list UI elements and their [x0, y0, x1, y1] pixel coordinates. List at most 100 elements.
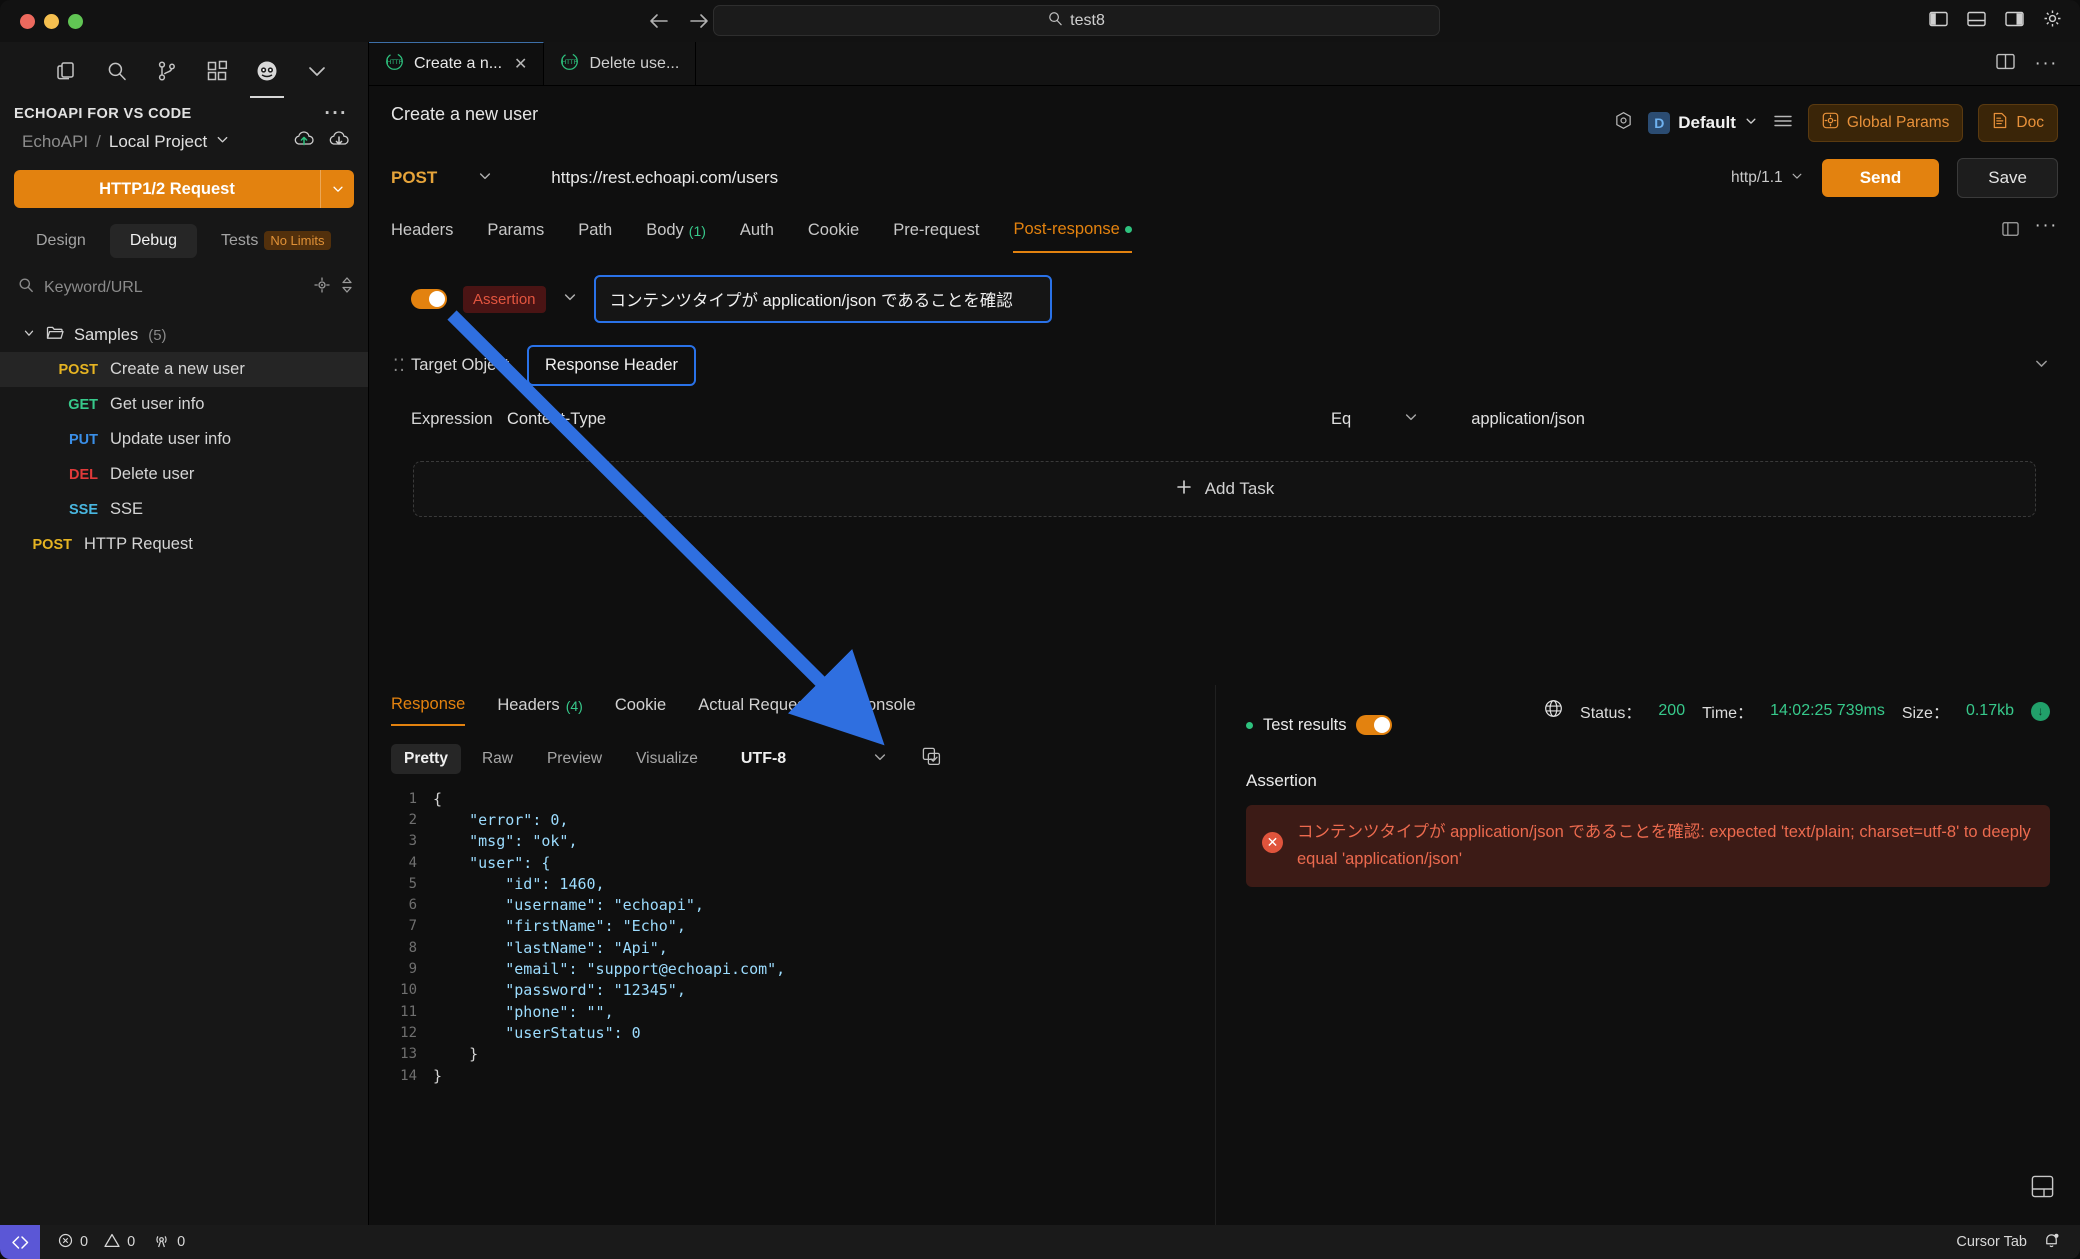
drag-handle-icon[interactable]: ⁚⁚	[391, 357, 411, 374]
bell-dot-icon[interactable]	[2043, 1232, 2060, 1253]
status-errors[interactable]: 0 0	[40, 1233, 135, 1252]
tab-path[interactable]: Path	[578, 221, 612, 252]
tree-item-update-user-info[interactable]: PUT Update user info	[0, 422, 368, 457]
chevron-down-icon[interactable]	[22, 326, 36, 345]
layout-grid-icon[interactable]	[2031, 1175, 2054, 1203]
locate-icon[interactable]	[314, 277, 330, 298]
tab-body[interactable]: Body (1)	[646, 221, 706, 252]
list-icon[interactable]	[1773, 113, 1793, 134]
method-selector[interactable]: POST	[391, 168, 437, 188]
download-icon[interactable]: ↓	[2031, 701, 2050, 721]
close-icon[interactable]: ✕	[514, 54, 527, 74]
response-body-code[interactable]: 1{ 2 "error": 0, 3 "msg": "ok", 4 "user"…	[391, 774, 1215, 1086]
mode-tests[interactable]: Tests No Limits	[201, 224, 351, 258]
tree-item-create-a-new-user[interactable]: POST Create a new user	[0, 352, 368, 387]
method-chevron-icon[interactable]	[477, 168, 493, 189]
cursor-tab-label[interactable]: Cursor Tab	[1956, 1234, 2027, 1250]
source-control-icon[interactable]	[152, 56, 182, 86]
format-visualize[interactable]: Visualize	[623, 744, 711, 774]
navigation-arrows[interactable]	[648, 0, 710, 42]
cloud-download-icon[interactable]	[328, 130, 350, 153]
window-traffic-lights[interactable]	[0, 13, 83, 29]
environment-selector[interactable]: D Default	[1648, 112, 1758, 134]
mode-design[interactable]: Design	[16, 224, 106, 258]
copy-icon[interactable]	[922, 747, 941, 771]
mode-debug[interactable]: Debug	[109, 224, 197, 258]
tab-post-response[interactable]: Post-response	[1013, 220, 1132, 253]
command-search-input[interactable]: test8	[713, 5, 1440, 36]
expected-value-input[interactable]: application/json	[1471, 410, 1585, 429]
more-actions-icon[interactable]: ···	[325, 104, 348, 123]
new-request-dropdown-icon[interactable]	[320, 170, 354, 208]
sort-icon[interactable]	[340, 276, 354, 299]
response-tab-response[interactable]: Response	[391, 695, 466, 726]
tab-delete-user[interactable]: HTTP Delete use...	[544, 42, 697, 85]
sidebar-search-input[interactable]: Keyword/URL	[44, 279, 304, 297]
request-name[interactable]: Create a new user	[391, 104, 538, 125]
forward-arrow-icon[interactable]	[688, 12, 710, 30]
http-version-selector[interactable]: http/1.1	[1731, 169, 1804, 188]
add-task-button[interactable]: Add Task	[413, 461, 2036, 517]
format-pretty[interactable]: Pretty	[391, 744, 461, 774]
assertion-enabled-toggle[interactable]	[411, 289, 447, 309]
chevron-down-icon[interactable]	[1403, 409, 1419, 430]
chevron-down-icon[interactable]	[872, 749, 888, 770]
chevron-down-icon[interactable]	[2033, 355, 2058, 377]
chevron-down-icon[interactable]	[1744, 113, 1758, 133]
echoapi-icon[interactable]	[250, 56, 284, 98]
test-results-toggle[interactable]	[1356, 715, 1393, 735]
more-actions-icon[interactable]: ···	[2035, 54, 2058, 73]
tree-item-delete-user[interactable]: DEL Delete user	[0, 457, 368, 492]
tree-item-get-user-info[interactable]: GET Get user info	[0, 387, 368, 422]
toggle-primary-sidebar-icon[interactable]	[1929, 11, 1948, 32]
format-preview[interactable]: Preview	[534, 744, 615, 774]
chevron-down-icon[interactable]	[215, 132, 230, 152]
tree-item-http-request[interactable]: POST HTTP Request	[0, 527, 368, 562]
project-label[interactable]: Local Project	[109, 132, 207, 152]
back-arrow-icon[interactable]	[648, 12, 670, 30]
minimize-window-button[interactable]	[44, 13, 59, 29]
response-tab-actual-request[interactable]: Actual Request	[698, 696, 824, 725]
toggle-panel-icon[interactable]	[1967, 11, 1986, 32]
chevron-down-icon[interactable]	[1790, 169, 1804, 188]
response-tab-headers[interactable]: Headers (4)	[497, 696, 583, 725]
maximize-window-button[interactable]	[68, 13, 83, 29]
encoding-select[interactable]: UTF-8	[741, 750, 786, 768]
response-tab-console[interactable]: Console	[855, 696, 916, 725]
tree-item-sse[interactable]: SSE SSE	[0, 492, 368, 527]
send-button[interactable]: Send	[1821, 159, 1940, 197]
chevron-down-icon[interactable]	[562, 289, 578, 310]
extensions-icon[interactable]	[202, 56, 232, 86]
format-raw[interactable]: Raw	[469, 744, 526, 774]
tab-cookie[interactable]: Cookie	[808, 221, 859, 252]
remote-window-icon[interactable]	[0, 1225, 40, 1259]
tab-params[interactable]: Params	[487, 221, 544, 252]
search-icon[interactable]	[102, 56, 132, 86]
env-settings-icon[interactable]	[1614, 111, 1633, 135]
url-input[interactable]: https://rest.echoapi.com/users	[551, 168, 778, 188]
assertion-title-input[interactable]: コンテンツタイプが application/json であることを確認	[593, 275, 1052, 323]
more-actions-icon[interactable]: ···	[2035, 216, 2058, 242]
save-button[interactable]: Save	[1957, 158, 2058, 198]
toggle-secondary-sidebar-icon[interactable]	[2005, 11, 2024, 32]
close-window-button[interactable]	[20, 13, 35, 29]
status-ports[interactable]: 0	[135, 1233, 185, 1252]
tree-folder-samples[interactable]: Samples (5)	[0, 319, 368, 352]
doc-button[interactable]: Doc	[1978, 104, 2058, 142]
global-params-button[interactable]: Global Params	[1807, 104, 1964, 142]
gear-icon[interactable]	[2043, 9, 2062, 33]
chevron-down-icon[interactable]	[302, 56, 332, 86]
operator-select[interactable]: Eq	[1331, 410, 1351, 429]
tab-create-a-new-user[interactable]: HTTP Create a n... ✕	[369, 42, 545, 85]
new-http-request-button[interactable]: HTTP1/2 Request	[14, 170, 354, 208]
cloud-upload-icon[interactable]	[293, 130, 315, 153]
target-object-select[interactable]: Response Header	[527, 345, 696, 386]
response-tab-cookie[interactable]: Cookie	[615, 696, 666, 725]
tab-headers[interactable]: Headers	[391, 221, 453, 252]
split-editor-icon[interactable]	[1995, 53, 2015, 75]
fullscreen-icon[interactable]	[2001, 221, 2019, 242]
workspace-label[interactable]: EchoAPI	[22, 132, 88, 152]
explorer-icon[interactable]	[52, 56, 82, 86]
tab-pre-request[interactable]: Pre-request	[893, 221, 979, 252]
tab-auth[interactable]: Auth	[740, 221, 774, 252]
